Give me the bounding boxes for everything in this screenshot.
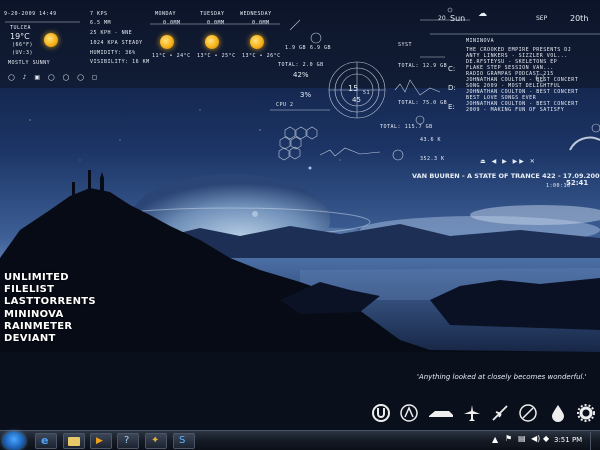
forecast-day-1: MONDAY [155,11,177,17]
forecast-day-2: TUESDAY [200,11,225,17]
rainmeter-icon[interactable] [548,403,568,423]
sunny-icon [250,35,264,49]
weather-datetime: 9-20-2009 14:49 [4,11,57,17]
taskbar-help-button[interactable]: ? [117,433,139,449]
net-in: 43.6 K [420,137,442,143]
ram-percent: 42% [293,71,309,79]
settings-icon[interactable] [576,403,596,423]
cpu-percent: 3% [300,91,312,99]
need-for-speed-icon[interactable] [427,403,455,423]
weather-condition: MOSTLY SUNNY [8,60,51,66]
launch-filelist[interactable]: FILELIST [4,284,96,296]
taskbar-explorer-button[interactable] [63,433,85,449]
fighter-jet-icon[interactable] [490,403,510,423]
taskbar-media-button[interactable]: ▶ [90,433,112,449]
drive-label: SYST [398,42,413,48]
media-player-icon: ▶ [96,436,103,446]
launch-lasttorrents[interactable]: LASTTORRENTS [4,296,96,308]
player-controls[interactable]: ⏏ ◀ ▶ ▶▶ ✕ [480,158,537,165]
drive-c-label: C: [448,65,456,73]
media-controls[interactable]: ◯ ♪ ▣ ◯ ◯ ◯ ▢ [8,74,100,81]
plane-icon[interactable] [462,403,482,423]
news-item[interactable]: 2009 - MAKING FUN OF SATISFY [466,107,600,113]
forecast-range-1: 11°C • 24°C [152,53,191,59]
show-desktop-button[interactable] [590,432,599,450]
news-source[interactable]: MININOVA [466,38,494,44]
forecast-percip-3: 0.0MM [252,20,270,26]
utorrent-icon[interactable] [371,403,391,423]
forecast-range-3: 13°C • 26°C [242,53,281,59]
weather-dewpoint: 6.5 MM [90,20,112,26]
launch-unlimited[interactable]: UNLIMITED [4,272,96,284]
weather-temp-c: 19°C [10,32,30,41]
sunny-icon [44,33,58,47]
clock-sec: 51 [363,90,371,96]
taskbar: e ▶ ? ✦ S ▲ ⚑ ▤ ◀) ◆ 3:51 PM [0,430,600,450]
quick-launch-links: UNLIMITED FILELIST LASTTORRENTS MININOVA… [4,272,96,345]
quote-text: 'Anything looked at closely becomes wond… [417,373,587,381]
weather-pressure: 1024 KPA STEADY [90,40,143,46]
drive-d-label: D: [448,84,456,92]
calendar-day-name: Sun [450,14,466,23]
help-icon: ? [124,435,130,446]
weather-location: TULCEA [10,25,32,31]
sunny-icon [160,35,174,49]
weather-temp-f: (66°F) [12,42,34,48]
taskbar-clock[interactable]: 3:51 PM [554,436,582,444]
clock-min: 45 [352,96,361,104]
tray-flag-icon[interactable]: ⚑ [505,434,512,443]
weather-humidity: HUMIDITY: 36% [90,50,136,56]
internet-explorer-icon: e [41,434,49,447]
forecast-percip-1: 0.0MM [163,20,181,26]
launch-rainmeter[interactable]: RAINMETER [4,321,96,333]
folder-icon [68,437,80,446]
weather-feels: 7 KPS [90,11,108,17]
launch-deviant[interactable]: DEVIANT [4,333,96,345]
counter-strike-icon[interactable] [399,403,419,423]
tray-arrow-icon[interactable]: ▲ [492,435,498,444]
ram-total: TOTAL: 2.0 GB [278,62,324,68]
weather-visibility: VISIBILITY: 16 KM [90,59,150,65]
launch-mininova[interactable]: MININOVA [4,309,96,321]
calendar-date: 20th [570,14,589,23]
skype-icon: S [179,435,186,446]
photoshop-icon[interactable] [518,403,538,423]
disk-d-total: TOTAL: 75.0 GB [398,100,448,106]
disk-c-total: TOTAL: 12.9 GB [398,63,448,69]
drive-e-label: E: [448,103,455,111]
clock-hour: 15 [348,84,359,93]
start-button[interactable] [3,432,25,450]
disk-e-total: TOTAL: 115.7 GB [380,124,433,130]
forecast-percip-2: 0.0MM [207,20,225,26]
tray-app-icon[interactable]: ◆ [543,434,549,443]
calendar-month: SEP [536,15,548,22]
cloud-icon: ☁ [478,9,487,19]
news-list: THE CROOKED EMPIRE PRESENTS DJ ANTY LINKE… [466,47,600,113]
forecast-range-2: 13°C • 25°C [197,53,236,59]
player-remaining: 52:41 [566,179,589,187]
net-out: 352.3 K [420,156,445,162]
cpu2-label: CPU 2 [276,102,294,108]
tray-volume-icon[interactable]: ◀) [531,434,540,443]
taskbar-app-button[interactable]: ✦ [145,433,167,449]
tray-network-icon[interactable]: ▤ [518,434,526,443]
ram-value: 1.9 GB [285,45,307,51]
forecast-day-3: WEDNESDAY [240,11,272,17]
app-icon: ✦ [151,435,160,446]
sunny-icon [205,35,219,49]
calendar-day-num: 20 [438,15,446,22]
taskbar-ie-button[interactable]: e [35,433,57,449]
disk-c-free: 6.9 GB [310,45,332,51]
weather-wind: 25 KPH - NNE [90,30,133,36]
taskbar-skype-button[interactable]: S [173,433,195,449]
weather-uv: (UV:3) [12,50,34,56]
